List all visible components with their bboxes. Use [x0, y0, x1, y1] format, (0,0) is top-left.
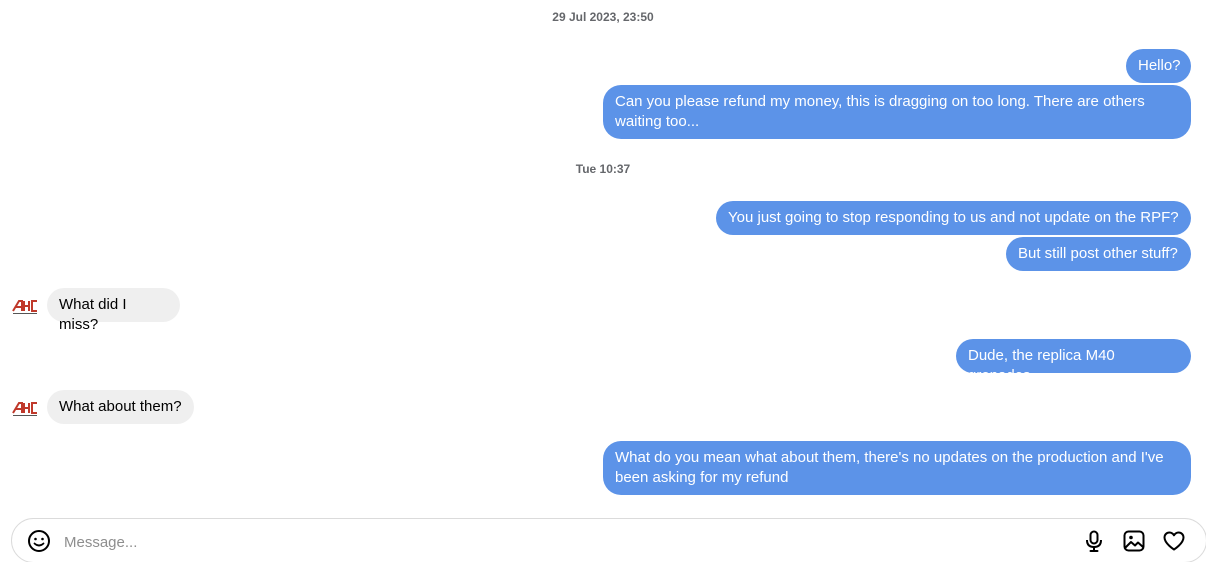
image-icon[interactable] — [1122, 529, 1146, 553]
heart-icon[interactable] — [1162, 529, 1186, 553]
outgoing-message[interactable]: Dude, the replica M40 grenades — [956, 339, 1191, 384]
avatar[interactable] — [11, 292, 39, 320]
chat-thread: 29 Jul 2023, 23:50 Hello? Can you please… — [0, 0, 1206, 562]
outgoing-message[interactable]: But still post other stuff? — [1006, 237, 1191, 271]
incoming-message[interactable]: What did I miss? — [47, 288, 180, 333]
microphone-icon[interactable] — [1082, 529, 1106, 553]
incoming-message[interactable]: What about them? — [47, 390, 194, 424]
outgoing-message[interactable]: You just going to stop responding to us … — [716, 201, 1191, 235]
outgoing-message[interactable]: What do you mean what about them, there'… — [603, 441, 1191, 495]
outgoing-message[interactable]: Hello? — [1126, 49, 1191, 83]
outgoing-message[interactable]: Can you please refund my money, this is … — [603, 85, 1191, 139]
message-input[interactable] — [62, 528, 966, 556]
brand-logo-icon — [12, 402, 37, 416]
brand-logo-icon — [12, 300, 37, 314]
thread-timestamp: 29 Jul 2023, 23:50 — [552, 10, 654, 24]
message-composer — [11, 518, 1206, 562]
thread-timestamp: Tue 10:37 — [575, 162, 631, 176]
emoji-icon[interactable] — [27, 529, 51, 553]
avatar[interactable] — [11, 394, 39, 422]
